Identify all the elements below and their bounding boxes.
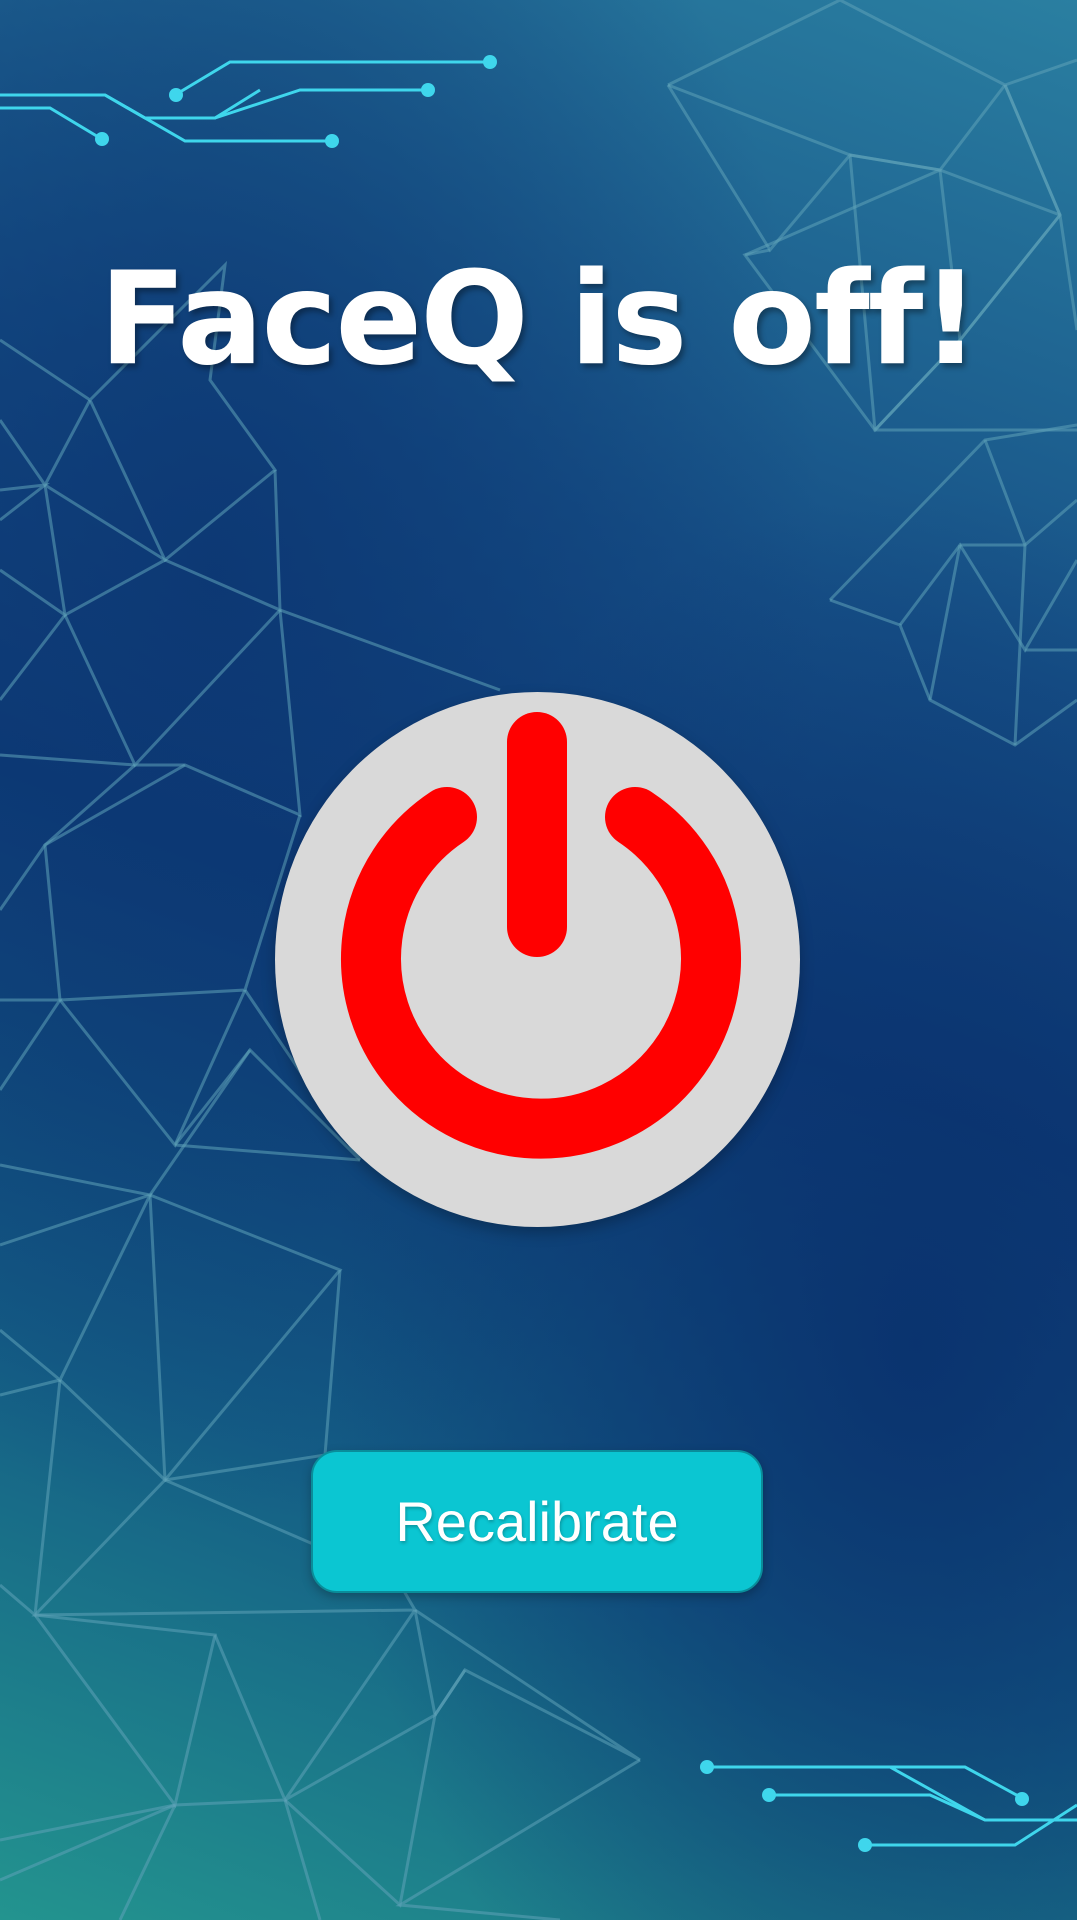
power-toggle-button[interactable] bbox=[275, 692, 800, 1227]
power-icon bbox=[341, 712, 741, 1159]
page-title: FaceQ is off! bbox=[99, 245, 980, 394]
recalibrate-button[interactable]: Recalibrate bbox=[311, 1450, 763, 1593]
